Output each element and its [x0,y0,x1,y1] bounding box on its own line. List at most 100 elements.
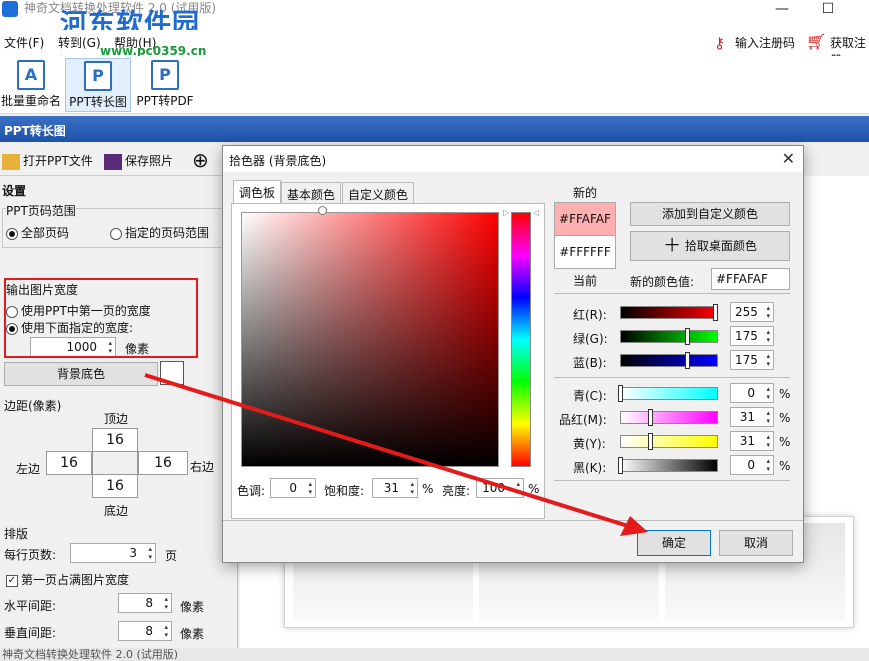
green-thumb[interactable] [685,328,690,345]
black-thumb[interactable] [618,457,623,474]
separator [554,377,790,378]
blue-stepper[interactable]: 175 [730,350,774,370]
black-slider[interactable] [620,459,718,472]
cart-icon: 🛒︎ [806,32,826,51]
cancel-button[interactable]: 取消 [719,530,793,556]
current-color-label: 当前 [573,272,597,289]
left-margin-input[interactable]: 16 [46,451,92,475]
cyan-thumb[interactable] [618,385,623,402]
dialog-body: 调色板 基本颜色 自定义颜色 ▷ ◁ 色调: 0 饱和度: 31 % 亮度: 1… [223,172,803,562]
blue-slider[interactable] [620,354,718,367]
right-margin-label: 右边 [190,458,214,475]
background-color-button[interactable]: 背景底色 [4,362,158,386]
yellow-thumb[interactable] [648,433,653,450]
h-gap-label: 水平间距: [4,597,56,614]
specified-range-radio[interactable]: 指定的页码范围 [110,224,209,241]
top-margin-input[interactable]: 16 [92,428,138,452]
minimize-button[interactable]: — [770,0,794,22]
ribbon-batch-rename[interactable]: A 批量重命名 [0,58,62,112]
ppt-icon: P [84,61,112,91]
blue-thumb[interactable] [685,352,690,369]
new-value-label: 新的颜色值: [630,273,694,290]
black-unit: % [779,459,790,473]
new-color-swatch: #FFAFAF [554,202,616,236]
saturation-label: 饱和度: [324,482,364,499]
saturation-stepper[interactable]: 31 [372,478,418,498]
save-icon [104,154,122,170]
close-icon[interactable]: ✕ [782,149,795,168]
magenta-thumb[interactable] [648,409,653,426]
status-bar: 神奇文档转换处理软件 2.0 (试用版) [0,648,869,661]
v-gap-stepper[interactable]: 8 [118,621,172,641]
separator [554,480,790,481]
v-gap-unit: 像素 [180,625,204,642]
black-stepper[interactable]: 0 [730,455,774,475]
magenta-slider[interactable] [620,411,718,424]
red-slider[interactable] [620,306,718,319]
add-custom-color-button[interactable]: 添加到自定义颜色 [630,202,790,226]
saturation-brightness-field[interactable] [241,212,499,467]
tab-palette[interactable]: 调色板 [233,180,281,204]
bottom-margin-input[interactable]: 16 [92,474,138,498]
palette-panel: ▷ ◁ 色调: 0 饱和度: 31 % 亮度: 100 % [231,203,545,519]
yellow-slider[interactable] [620,435,718,448]
tab-custom-colors[interactable]: 自定义颜色 [342,182,414,204]
hue-slider[interactable] [511,212,531,467]
section-title: PPT转长图 [0,116,869,142]
per-row-stepper[interactable]: 3 [70,543,156,563]
cyan-unit: % [779,387,790,401]
settings-heading: 设置 [2,182,26,199]
title-bar: 神奇文档转换处理软件 2.0 (试用版) 河东软件园 — ☐ [0,0,869,30]
current-color-swatch: #FFFFFF [554,235,616,269]
ribbon-ppt-to-long-image[interactable]: P PPT转长图 [65,58,131,112]
hue-stepper[interactable]: 0 [270,478,316,498]
margin-center-box [92,451,138,475]
hue-pointer-right: ◁ [533,208,539,217]
menu-file[interactable]: 文件(F) [4,34,44,51]
ribbon-label: PPT转长图 [66,93,130,110]
margins-label: 边距(像素) [4,397,61,414]
maximize-button[interactable]: ☐ [816,0,840,22]
green-slider[interactable] [620,330,718,343]
new-value-input[interactable]: #FFAFAF [711,268,790,290]
pick-desktop-label: 拾取桌面颜色 [685,239,757,253]
zoom-icon[interactable]: ⊕ [192,148,209,172]
menu-goto[interactable]: 转到(G) [58,34,101,51]
pdf-icon: P [151,60,179,90]
tab-basic-colors[interactable]: 基本颜色 [281,182,341,204]
cyan-stepper[interactable]: 0 [730,383,774,403]
folder-icon [2,154,20,170]
annotation-highlight-box [4,278,198,358]
red-label: 红(R): [573,306,607,323]
settings-panel: 设置 PPT页码范围 全部页码 指定的页码范围 输出图片宽度 使用PPT中第一页… [0,178,238,648]
ribbon-label: PPT转PDF [134,92,196,109]
magenta-stepper[interactable]: 31 [730,407,774,427]
brightness-stepper[interactable]: 100 [476,478,524,498]
save-photo-button[interactable]: 保存照片 [104,152,173,170]
first-page-full-checkbox[interactable]: ✓第一页占满图片宽度 [6,571,129,588]
footer-separator [223,520,803,521]
per-row-unit: 页 [165,547,177,564]
pick-desktop-color-button[interactable]: ＋ 拾取桌面颜色 [630,231,790,261]
h-gap-stepper[interactable]: 8 [118,593,172,613]
separator [554,293,790,294]
open-ppt-label: 打开PPT文件 [23,154,93,168]
hue-pointer-left: ▷ [503,208,509,217]
green-label: 绿(G): [573,330,608,347]
red-thumb[interactable] [713,304,718,321]
sv-cursor [318,206,327,215]
ribbon-ppt-to-pdf[interactable]: P PPT转PDF [134,58,196,112]
dialog-title: 拾色器 (背景底色) [223,146,803,172]
ribbon-label: 批量重命名 [0,92,62,109]
ok-button[interactable]: 确定 [637,530,711,556]
background-color-swatch[interactable] [160,361,184,385]
yellow-stepper[interactable]: 31 [730,431,774,451]
right-margin-input[interactable]: 16 [138,451,188,475]
green-stepper[interactable]: 175 [730,326,774,346]
red-stepper[interactable]: 255 [730,302,774,322]
all-pages-radio[interactable]: 全部页码 [6,224,69,241]
register-button[interactable]: 输入注册码 [735,34,795,51]
open-ppt-button[interactable]: 打开PPT文件 [2,152,93,170]
plus-icon: ＋ [663,236,681,257]
cyan-slider[interactable] [620,387,718,400]
